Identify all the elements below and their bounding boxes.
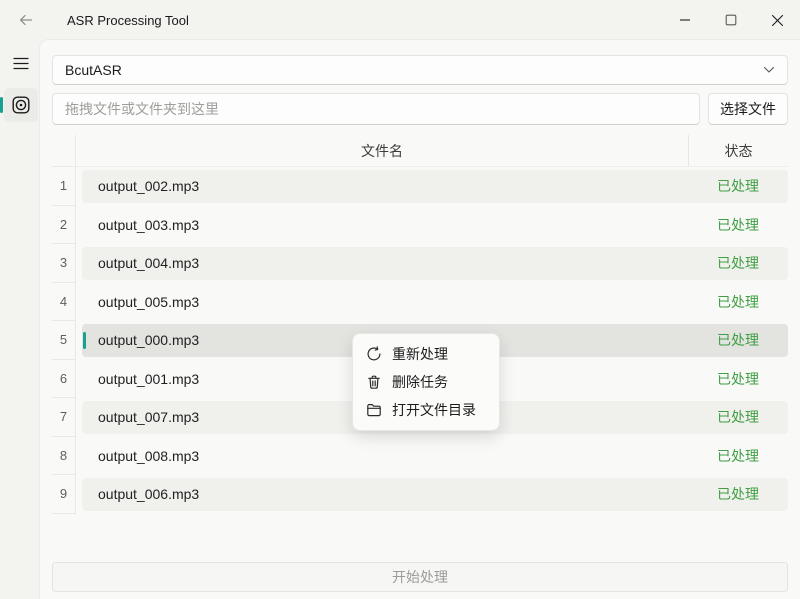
table-row[interactable]: 2 output_003.mp3 已处理 [52, 206, 788, 245]
menu-item-label: 打开文件目录 [392, 400, 476, 420]
header-index-column [52, 135, 76, 167]
status-badge: 已处理 [688, 330, 788, 350]
window-controls [662, 0, 800, 40]
table-header: 文件名 状态 [52, 135, 788, 167]
file-input-row: 选择文件 [52, 93, 788, 125]
menu-item-label: 删除任务 [392, 372, 448, 392]
close-icon [771, 14, 784, 27]
row-filename: output_005.mp3 [82, 294, 688, 310]
close-button[interactable] [754, 0, 800, 40]
row-content[interactable]: output_005.mp3 已处理 [82, 285, 788, 318]
trash-icon [366, 374, 382, 390]
row-index: 9 [52, 475, 76, 514]
row-index: 1 [52, 167, 76, 206]
table-row[interactable]: 4 output_005.mp3 已处理 [52, 283, 788, 322]
row-index: 2 [52, 206, 76, 245]
maximize-button[interactable] [708, 0, 754, 40]
status-badge: 已处理 [688, 253, 788, 273]
task-table: 文件名 状态 1 output_002.mp3 已处理 2 output_003… [52, 135, 788, 514]
row-index: 7 [52, 398, 76, 437]
menu-toggle-button[interactable] [6, 48, 36, 78]
header-filename: 文件名 [76, 135, 688, 167]
engine-dropdown-value: BcutASR [65, 62, 122, 78]
chevron-down-icon [763, 66, 775, 74]
table-row[interactable]: 9 output_006.mp3 已处理 [52, 475, 788, 514]
status-badge: 已处理 [688, 292, 788, 312]
menu-item-open-folder[interactable]: 打开文件目录 [353, 396, 499, 424]
status-badge: 已处理 [688, 176, 788, 196]
status-badge: 已处理 [688, 484, 788, 504]
arrow-left-icon [18, 12, 34, 28]
table-row[interactable]: 3 output_004.mp3 已处理 [52, 244, 788, 283]
row-index: 3 [52, 244, 76, 283]
row-content[interactable]: output_008.mp3 已处理 [82, 439, 788, 472]
minimize-button[interactable] [662, 0, 708, 40]
context-menu: 重新处理 删除任务 打开文件目录 [352, 333, 500, 431]
minimize-icon [679, 14, 691, 26]
main-panel: BcutASR 选择文件 文件名 状态 1 output_002.mp3 [40, 40, 800, 599]
drop-files-input[interactable] [52, 93, 700, 125]
maximize-icon [725, 14, 737, 26]
app-window: ASR Processing Tool [0, 0, 800, 599]
row-filename: output_003.mp3 [82, 217, 688, 233]
row-filename: output_004.mp3 [82, 255, 688, 271]
row-index: 5 [52, 321, 76, 360]
table-row[interactable]: 8 output_008.mp3 已处理 [52, 437, 788, 476]
titlebar: ASR Processing Tool [0, 0, 800, 40]
row-filename: output_002.mp3 [82, 178, 688, 194]
back-button[interactable] [13, 7, 39, 33]
refresh-icon [366, 346, 382, 362]
row-index: 4 [52, 283, 76, 322]
menu-item-label: 重新处理 [392, 344, 448, 364]
selection-accent-bar [0, 97, 3, 113]
sidebar-item-asr-tool[interactable] [4, 88, 38, 122]
row-content[interactable]: output_006.mp3 已处理 [82, 478, 788, 511]
status-badge: 已处理 [688, 369, 788, 389]
select-file-button[interactable]: 选择文件 [708, 93, 788, 125]
page-title: ASR Processing Tool [67, 13, 189, 28]
row-index: 6 [52, 360, 76, 399]
start-processing-button[interactable]: 开始处理 [52, 562, 788, 592]
menu-item-delete-task[interactable]: 删除任务 [353, 368, 499, 396]
status-badge: 已处理 [688, 446, 788, 466]
sidebar [0, 40, 40, 599]
row-content[interactable]: output_004.mp3 已处理 [82, 247, 788, 280]
engine-dropdown[interactable]: BcutASR [52, 55, 788, 85]
header-status: 状态 [688, 135, 788, 167]
status-badge: 已处理 [688, 215, 788, 235]
folder-icon [366, 402, 382, 418]
row-filename: output_008.mp3 [82, 448, 688, 464]
row-content[interactable]: output_003.mp3 已处理 [82, 208, 788, 241]
menu-item-reprocess[interactable]: 重新处理 [353, 340, 499, 368]
table-row[interactable]: 1 output_002.mp3 已处理 [52, 167, 788, 206]
row-index: 8 [52, 437, 76, 476]
status-badge: 已处理 [688, 407, 788, 427]
row-filename: output_006.mp3 [82, 486, 688, 502]
lens-record-icon [11, 95, 31, 115]
row-content[interactable]: output_002.mp3 已处理 [82, 170, 788, 203]
hamburger-icon [13, 57, 29, 70]
